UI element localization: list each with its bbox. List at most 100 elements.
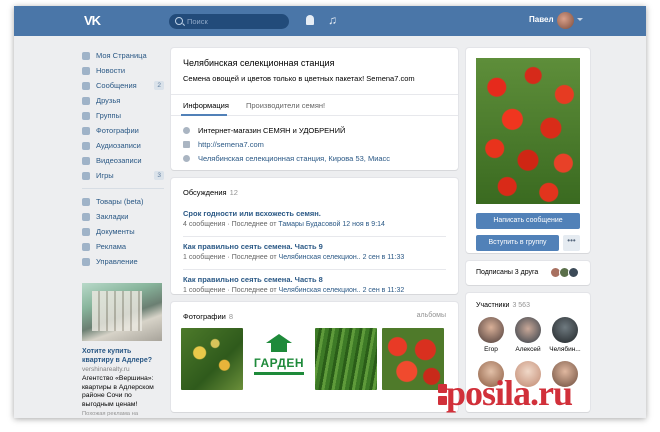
- tab-manufacturers[interactable]: Производители семян!: [246, 101, 325, 110]
- friend-avatar[interactable]: [568, 267, 579, 278]
- sidebar-item-friends[interactable]: Друзья: [82, 93, 164, 108]
- video-icon: [82, 156, 90, 165]
- photo-thumbnail[interactable]: [382, 328, 444, 390]
- photo-thumbnail-logo[interactable]: ГАРДЕН: [248, 328, 310, 390]
- topic-date[interactable]: 12 ноя в 9:14: [342, 221, 385, 228]
- friends-subscribed-card[interactable]: Подписаны 3 друга: [466, 261, 590, 285]
- member-item[interactable]: Алексей: [511, 317, 545, 353]
- tab-underline: [181, 114, 227, 116]
- address-link[interactable]: Челябинская селекционная станция, Кирова…: [198, 154, 390, 163]
- friends-icon: [82, 96, 90, 105]
- avatar: [515, 317, 541, 343]
- info-icon: [183, 127, 190, 134]
- topic-count: 4 сообщения: [183, 221, 226, 228]
- documents-icon: [82, 227, 90, 236]
- groups-icon: [82, 111, 90, 120]
- topic-author[interactable]: Тамары Будасовой: [278, 221, 340, 228]
- members-header[interactable]: Участники 3 563: [476, 302, 530, 309]
- join-group-button[interactable]: Вступить в группу: [476, 235, 559, 251]
- ads-icon: [82, 242, 90, 251]
- photo-icon: [82, 126, 90, 135]
- ad-title[interactable]: Хотите купить квартиру в Адлере?: [82, 347, 164, 365]
- sidebar-item-ads[interactable]: Реклама: [82, 239, 164, 254]
- sidebar-item-news[interactable]: Новости: [82, 63, 164, 78]
- sidebar-item-games[interactable]: Игры 3: [82, 168, 164, 183]
- sidebar-item-bookmark[interactable]: Закладки: [82, 209, 164, 224]
- sidebar-item-video[interactable]: Видеозаписи: [82, 153, 164, 168]
- messages-icon: [82, 81, 90, 90]
- topic-title-link[interactable]: Как правильно сеять семена. Часть 8: [183, 275, 323, 284]
- ad-text: Агентство «Вершина»: квартиры в Адлерско…: [82, 375, 154, 408]
- write-message-button[interactable]: Написать сообщение: [476, 213, 580, 229]
- house-icon: [266, 334, 292, 352]
- ad-image[interactable]: [82, 283, 162, 341]
- user-name[interactable]: Павел: [529, 15, 554, 24]
- member-item[interactable]: Егор: [474, 317, 508, 353]
- group-avatar-image[interactable]: [476, 58, 580, 204]
- member-name: Алексей: [515, 346, 541, 353]
- topic-title-link[interactable]: Как правильно сеять семена. Часть 9: [183, 242, 323, 251]
- manage-icon: [82, 257, 90, 266]
- sidebar-item-photo[interactable]: Фотографии: [82, 123, 164, 138]
- albums-link[interactable]: альбомы: [417, 312, 446, 319]
- logo-divider: [254, 372, 304, 375]
- sidebar-item-home[interactable]: Моя Страница: [82, 48, 164, 63]
- sidebar-item-goods[interactable]: Товары (beta): [82, 194, 164, 209]
- location-icon: [183, 155, 190, 162]
- watermark-text: posila.ru: [446, 373, 573, 413]
- info-row-website[interactable]: http://semena7.com: [183, 140, 264, 149]
- discussions-card: Обсуждения 12 Срок годности или всхожесть…: [171, 178, 458, 294]
- search-input[interactable]: Поиск: [169, 14, 289, 29]
- topic-date[interactable]: 2 сен в 11:33: [363, 254, 405, 261]
- sidebar-item-documents[interactable]: Документы: [82, 224, 164, 239]
- topic-author[interactable]: Челябинская селекцион..: [279, 254, 361, 261]
- topic-date[interactable]: 2 сен в 11:32: [363, 287, 405, 294]
- photos-header[interactable]: Фотографии 8: [183, 312, 233, 321]
- last-prefix: Последнее от: [231, 221, 277, 228]
- sidebar-item-audio[interactable]: Аудиозаписи: [82, 138, 164, 153]
- sidebar-item-label: Реклама: [96, 242, 127, 251]
- member-name: Егор: [484, 346, 498, 353]
- chevron-down-icon[interactable]: [577, 18, 583, 21]
- topic-count: 1 сообщение: [183, 287, 226, 294]
- sidebar: Моя Страница Новости Сообщения 2 Друзья Групп…: [82, 48, 164, 417]
- info-text: Интернет-магазин СЕМЯН и УДОБРЕНИЙ: [198, 126, 346, 135]
- goods-icon: [82, 197, 90, 206]
- bookmark-icon: [82, 212, 90, 221]
- group-header-card: Челябинская селекционная станция Семена …: [171, 48, 458, 170]
- members-title: Участники: [476, 302, 510, 309]
- logo-text: ГАРДЕН: [253, 356, 305, 370]
- discussions-header[interactable]: Обсуждения 12: [183, 188, 238, 197]
- ad-domain[interactable]: vershinarealty.ru: [82, 366, 164, 373]
- website-link[interactable]: http://semena7.com: [198, 140, 264, 149]
- topic-divider: [183, 236, 446, 237]
- info-row-address[interactable]: Челябинская селекционная станция, Кирова…: [183, 154, 390, 163]
- sidebar-item-messages[interactable]: Сообщения 2: [82, 78, 164, 93]
- sidebar-item-groups[interactable]: Группы: [82, 108, 164, 123]
- ad-note[interactable]: Похожая реклама на: [82, 411, 164, 417]
- topic-title-link[interactable]: Срок годности или всхожесть семян.: [183, 209, 321, 218]
- audio-icon: [82, 141, 90, 150]
- sidebar-item-label: Товары (beta): [96, 197, 144, 206]
- bell-icon[interactable]: [306, 15, 314, 25]
- more-actions-button[interactable]: •••: [563, 235, 580, 251]
- member-item[interactable]: Челябин...: [548, 317, 582, 353]
- photos-count: 8: [228, 312, 234, 321]
- vk-logo-icon[interactable]: VK: [84, 14, 104, 28]
- topic-count: 1 сообщение: [183, 254, 226, 261]
- photo-thumbnail[interactable]: [315, 328, 377, 390]
- sidebar-item-label: Друзья: [96, 96, 121, 105]
- music-note-icon[interactable]: ♫: [328, 13, 337, 27]
- topic-author[interactable]: Челябинская селекцион..: [279, 287, 361, 294]
- tab-bar: Информация Производители семян!: [171, 94, 458, 116]
- topic-meta: 1 сообщение · Последнее от Челябинская с…: [183, 254, 404, 261]
- photos-card: Фотографии 8 альбомы ГАРДЕН: [171, 302, 458, 412]
- count-badge: 2: [154, 81, 164, 90]
- sidebar-item-manage[interactable]: Управление: [82, 254, 164, 269]
- sidebar-item-label: Закладки: [96, 212, 129, 221]
- flag-icon: [183, 141, 190, 148]
- avatar[interactable]: [557, 12, 574, 29]
- top-bar: VK Поиск ♫ Павел: [14, 6, 646, 36]
- photo-thumbnail[interactable]: [181, 328, 243, 390]
- tab-info[interactable]: Информация: [183, 101, 229, 110]
